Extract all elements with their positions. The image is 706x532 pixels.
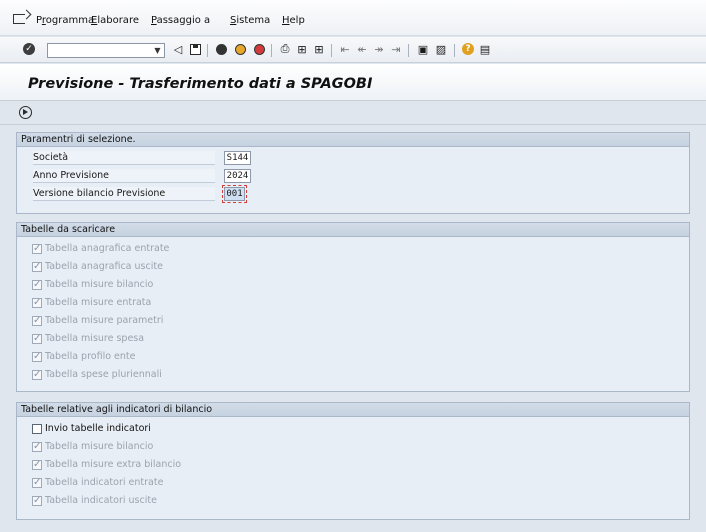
checkbox-row[interactable]: Tabella anagrafica uscite <box>32 260 163 274</box>
field-label: Anno Previsione <box>33 169 215 183</box>
save-icon[interactable] <box>188 42 202 56</box>
checkbox[interactable] <box>32 332 42 346</box>
checkbox-label: Tabella indicatori uscite <box>45 495 157 506</box>
toolbar-separator <box>454 44 455 57</box>
new-session-icon[interactable]: ▣ <box>416 42 430 56</box>
checkbox-row[interactable]: Tabella indicatori entrate <box>32 476 163 490</box>
checkbox-label: Tabella anagrafica entrate <box>45 243 170 254</box>
send-indicators-row[interactable]: Invio tabelle indicatori <box>32 422 151 436</box>
title-bar: Previsione - Trasferimento dati a SPAGOB… <box>0 64 706 101</box>
send-indicators-checkbox[interactable] <box>32 424 42 434</box>
next-page-icon[interactable]: ↠ <box>372 42 386 56</box>
find-icon[interactable]: ⊞ <box>295 42 309 56</box>
checkbox-label: Tabella misure bilancio <box>45 441 154 452</box>
first-page-icon[interactable]: ⇤ <box>338 42 352 56</box>
checkbox[interactable] <box>32 260 42 274</box>
menu-passaggio[interactable]: Passaggio a <box>151 15 210 26</box>
anno-previsione-field[interactable]: 2024 <box>224 169 251 183</box>
section-heading: Paramentri di selezione. <box>17 133 689 147</box>
prev-page-icon[interactable]: ↞ <box>355 42 369 56</box>
checkbox-row[interactable]: Tabella misure spesa <box>32 332 144 346</box>
exit-icon[interactable] <box>233 42 247 56</box>
checkbox-label: Tabella anagrafica uscite <box>45 261 163 272</box>
application-toolbar <box>0 101 706 125</box>
find-next-icon[interactable]: ⊞ <box>312 42 326 56</box>
checkbox-row[interactable]: Tabella misure bilancio <box>32 440 153 454</box>
checkbox-label: Tabella spese pluriennali <box>45 369 162 380</box>
checkbox-row[interactable]: Tabella misure parametri <box>32 314 163 328</box>
checkbox-label: Tabella misure spesa <box>45 333 145 344</box>
checkbox-label: Tabella misure parametri <box>45 315 164 326</box>
tables-download-box: Tabelle da scaricare Tabella anagrafica … <box>16 222 690 392</box>
help-icon[interactable]: ? <box>461 42 475 56</box>
field-label: Società <box>33 151 215 165</box>
toolbar-separator <box>408 44 409 57</box>
field-label: Versione bilancio Previsione <box>33 187 215 201</box>
print-icon[interactable]: ⎙ <box>278 42 292 56</box>
toolbar-separator <box>207 44 208 57</box>
menu-sistema[interactable]: Sistema <box>230 15 270 26</box>
checkbox[interactable] <box>32 368 42 382</box>
menu-elaborare[interactable]: Elaborare <box>91 15 139 26</box>
menu-help[interactable]: Help <box>282 15 305 26</box>
checkbox-row[interactable]: Tabella misure entrata <box>32 296 151 310</box>
standard-toolbar: ✓ ▼ ◁ ⎙ ⊞ ⊞ ⇤ ↞ ↠ ⇥ ▣ ▨ ? ▤ <box>0 37 706 63</box>
command-history-dropdown[interactable]: ▼ <box>150 43 165 58</box>
shortcut-icon[interactable]: ▨ <box>434 42 448 56</box>
refresh-icon[interactable] <box>214 42 228 56</box>
checkbox-row[interactable]: Tabella anagrafica entrate <box>32 242 169 256</box>
societa-field[interactable]: S144 <box>224 151 251 165</box>
checkbox-label: Tabella indicatori entrate <box>45 477 164 488</box>
checkbox[interactable] <box>32 314 42 328</box>
checkbox-row[interactable]: Tabella profilo ente <box>32 350 135 364</box>
checkbox[interactable] <box>32 350 42 364</box>
enter-icon[interactable]: ✓ <box>22 42 36 56</box>
selection-parameters-box: Paramentri di selezione. Società S144 An… <box>16 132 690 214</box>
checkbox-label: Tabella misure extra bilancio <box>45 459 182 470</box>
last-page-icon[interactable]: ⇥ <box>389 42 403 56</box>
versione-bilancio-field[interactable]: 001 <box>222 185 247 203</box>
checkbox[interactable] <box>32 296 42 310</box>
checkbox-row[interactable]: Tabella misure extra bilancio <box>32 458 181 472</box>
checkbox-row[interactable]: Tabella spese pluriennali <box>32 368 162 382</box>
toolbar-separator <box>331 44 332 57</box>
checkbox[interactable] <box>32 242 42 256</box>
indicators-box: Tabelle relative agli indicatori di bila… <box>16 402 690 520</box>
layout-icon[interactable]: ▤ <box>478 42 492 56</box>
section-heading: Tabelle da scaricare <box>17 223 689 237</box>
checkbox-row[interactable]: Tabella misure bilancio <box>32 278 153 292</box>
checkbox[interactable] <box>32 494 42 508</box>
section-heading: Tabelle relative agli indicatori di bila… <box>17 403 689 417</box>
toolbar-separator <box>271 44 272 57</box>
back-icon[interactable]: ◁ <box>171 42 185 56</box>
checkbox-label: Tabella misure bilancio <box>45 279 154 290</box>
cancel-icon[interactable] <box>252 42 266 56</box>
checkbox-label: Invio tabelle indicatori <box>45 423 151 434</box>
checkbox[interactable] <box>32 278 42 292</box>
system-menu-icon[interactable] <box>13 14 25 24</box>
checkbox-label: Tabella misure entrata <box>45 297 152 308</box>
menu-bar: Programma Elaborare Passaggio a Sistema … <box>0 0 706 36</box>
checkbox[interactable] <box>32 476 42 490</box>
checkbox-label: Tabella profilo ente <box>45 351 136 362</box>
checkbox[interactable] <box>32 440 42 454</box>
page-title: Previsione - Trasferimento dati a SPAGOB… <box>28 76 373 92</box>
menu-programma[interactable]: Programma <box>36 15 94 26</box>
checkbox-row[interactable]: Tabella indicatori uscite <box>32 494 157 508</box>
execute-icon[interactable] <box>19 106 32 119</box>
command-field[interactable] <box>47 43 165 58</box>
checkbox[interactable] <box>32 458 42 472</box>
